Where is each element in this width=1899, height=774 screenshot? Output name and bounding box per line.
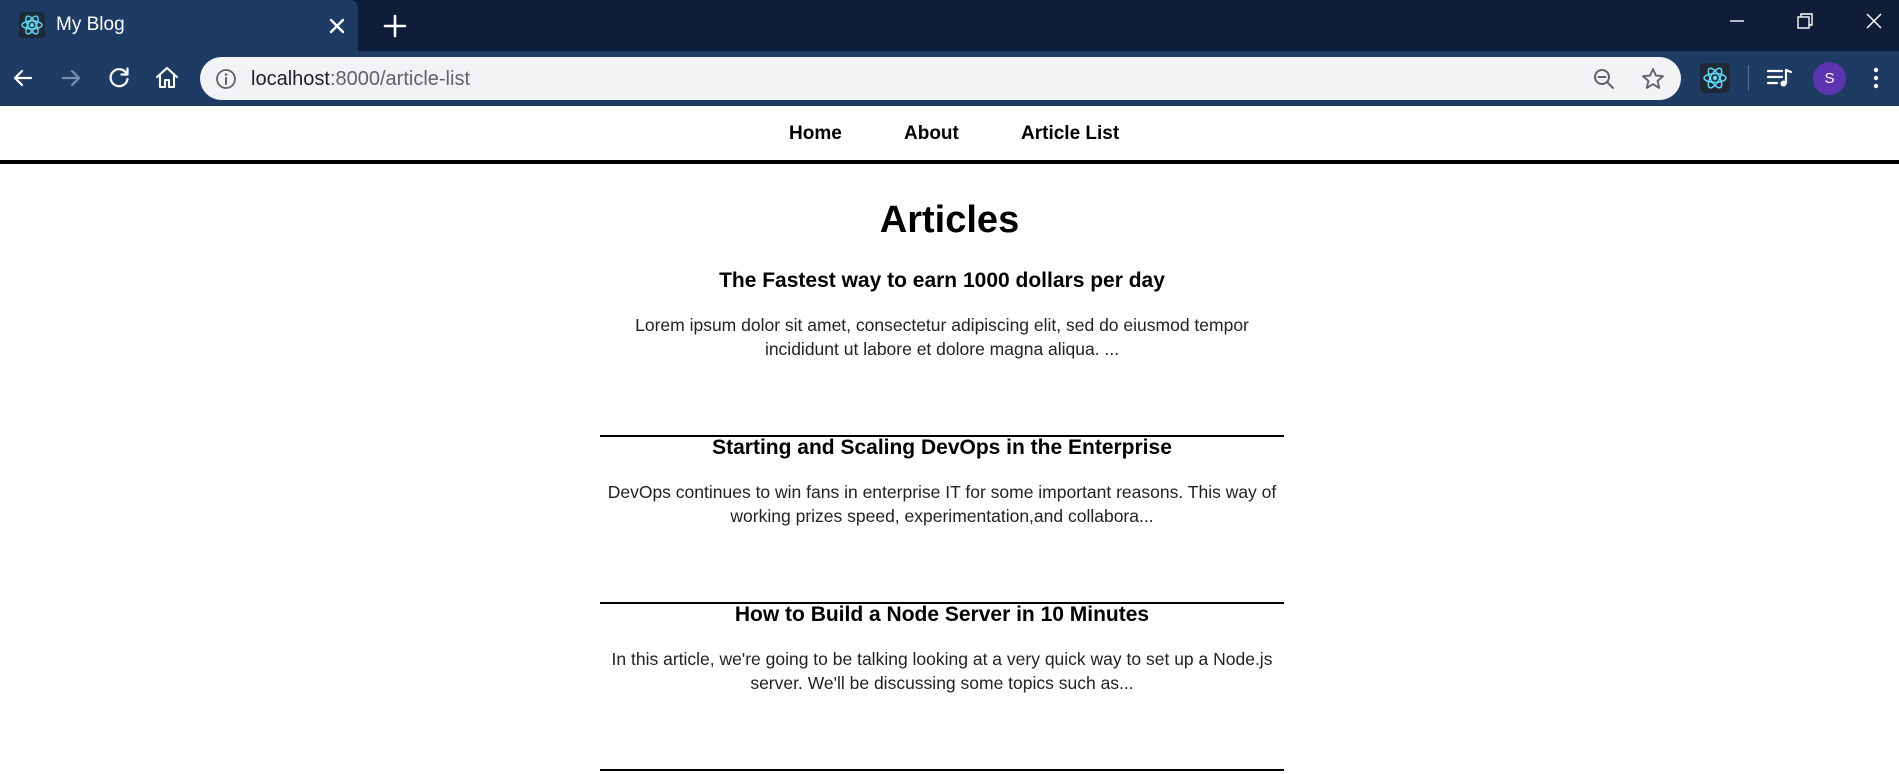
article-excerpt: Lorem ipsum dolor sit amet, consectetur … — [635, 315, 1249, 359]
tab-title: My Blog — [56, 14, 125, 35]
react-devtools-extension-icon[interactable] — [1700, 63, 1730, 93]
article-excerpt: DevOps continues to win fans in enterpri… — [607, 482, 1277, 526]
nav-link-article-list[interactable]: Article List — [1021, 123, 1119, 145]
nav-link-home[interactable]: Home — [789, 123, 842, 145]
react-icon — [19, 12, 45, 38]
new-tab-plus-icon[interactable] — [382, 13, 408, 39]
article-title[interactable]: The Fastest way to earn 1000 dollars per… — [600, 268, 1284, 294]
close-icon[interactable] — [326, 15, 348, 37]
bookmark-star-icon[interactable] — [1640, 66, 1666, 92]
browser-tab[interactable]: My Blog — [0, 0, 358, 51]
article-excerpt: In this article, we're going to be talki… — [611, 649, 1273, 693]
minimize-icon[interactable] — [1722, 8, 1752, 36]
page-title: Articles — [879, 199, 1020, 241]
article-card: The Fastest way to earn 1000 dollars per… — [600, 268, 1284, 437]
nav-link-about[interactable]: About — [904, 123, 959, 145]
home-icon[interactable] — [153, 64, 181, 92]
article-card: Starting and Scaling DevOps in the Enter… — [600, 435, 1284, 604]
zoom-out-icon[interactable] — [1592, 67, 1616, 91]
article-card: How to Build a Node Server in 10 Minutes… — [600, 602, 1284, 771]
site-info-icon[interactable] — [215, 68, 237, 90]
media-control-icon[interactable] — [1764, 64, 1794, 92]
back-arrow-icon[interactable] — [9, 64, 37, 92]
url-text: localhost:8000/article-list — [251, 68, 470, 90]
toolbar-divider — [1748, 65, 1749, 91]
article-title[interactable]: Starting and Scaling DevOps in the Enter… — [600, 435, 1284, 461]
profile-avatar[interactable]: S — [1813, 62, 1846, 95]
forward-arrow-icon[interactable] — [57, 64, 85, 92]
more-menu-icon[interactable] — [1864, 64, 1888, 92]
restore-icon[interactable] — [1790, 8, 1820, 36]
url-path: :8000/article-list — [329, 68, 470, 90]
article-title[interactable]: How to Build a Node Server in 10 Minutes — [600, 602, 1284, 628]
reload-icon[interactable] — [105, 64, 133, 92]
window-close-icon[interactable] — [1859, 8, 1889, 36]
browser-tabstrip: My Blog — [0, 0, 1899, 51]
browser-toolbar: localhost:8000/article-list S — [0, 51, 1899, 106]
address-bar[interactable]: localhost:8000/article-list — [200, 57, 1681, 100]
url-host: localhost — [251, 68, 330, 90]
site-navbar: Home About Article List — [0, 106, 1899, 164]
